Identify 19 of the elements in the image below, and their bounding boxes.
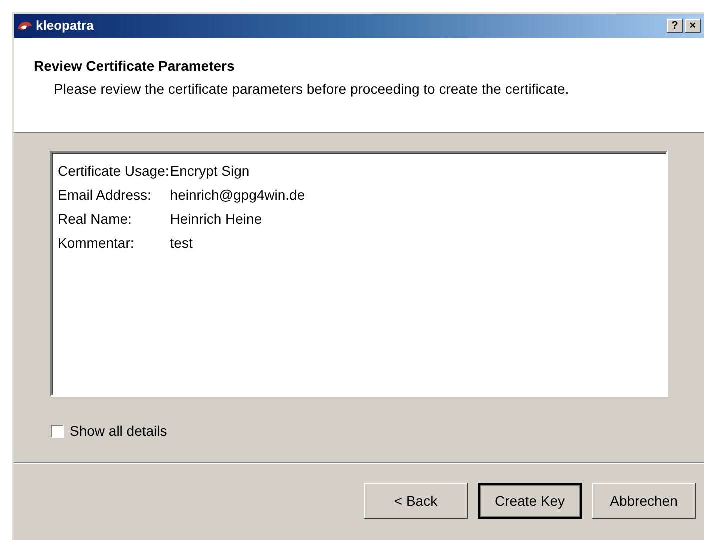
dialog-button[interactable]: Abbrechen [592, 483, 696, 519]
page-title: Review Certificate Parameters [34, 57, 236, 76]
checkbox[interactable] [51, 425, 64, 438]
parameter-value: heinrich@gpg4win.de [170, 186, 306, 205]
dialog-button[interactable]: Create Key [478, 483, 582, 519]
close-button[interactable]: × [685, 19, 701, 33]
dialog-button[interactable]: < Back [364, 483, 468, 519]
help-button[interactable]: ? [667, 19, 683, 33]
parameter-label: Kommentar: [58, 234, 136, 253]
parameter-label: Real Name: [58, 210, 133, 229]
parameter-value: Heinrich Heine [170, 210, 264, 229]
page-subtitle: Please review the certificate parameters before proceeding to create the certificate. [53, 80, 570, 99]
parameter-value: test [170, 234, 194, 253]
parameter-value: Encrypt Sign [170, 162, 251, 181]
parameter-label: Email Address: [58, 186, 152, 205]
app-icon [17, 20, 33, 32]
checkbox-label: Show all details [70, 422, 168, 441]
window-title: kleopatra [36, 17, 95, 36]
parameter-label: Certificate Usage: [58, 162, 170, 181]
